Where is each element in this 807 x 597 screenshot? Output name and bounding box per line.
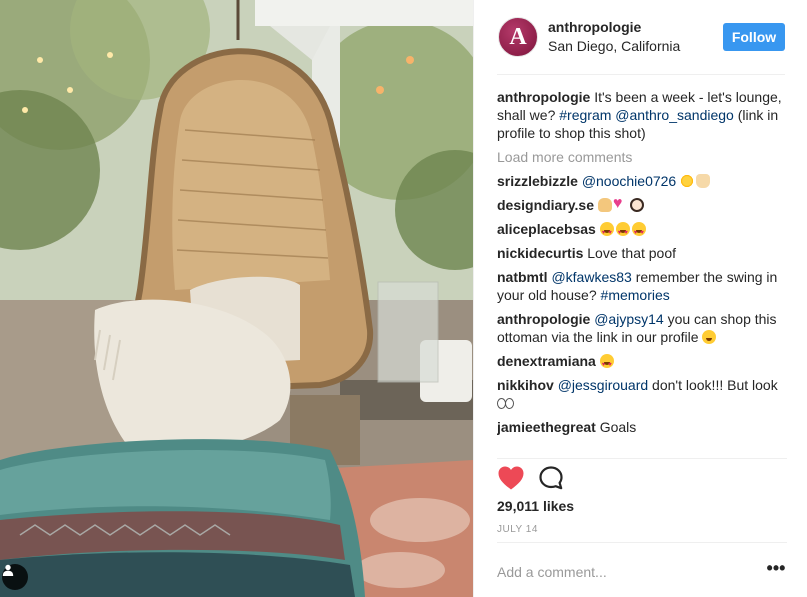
post-username[interactable]: anthropologie <box>548 19 641 35</box>
post-location[interactable]: San Diego, California <box>548 38 680 54</box>
comment-username[interactable]: jamieethegreat <box>497 419 596 435</box>
follow-button[interactable]: Follow <box>723 23 785 51</box>
comment-button[interactable] <box>538 465 564 491</box>
comment-mention[interactable]: @ajypsy14 <box>594 311 663 327</box>
comment-text: Love that poof <box>583 245 677 261</box>
user-tag-button[interactable] <box>2 564 28 590</box>
ellipsis-icon[interactable]: ••• <box>765 558 787 582</box>
sun-emoji-icon <box>680 174 695 188</box>
comment-username[interactable]: srizzlebizzle <box>497 173 578 189</box>
post-sidebar: A anthropologie San Diego, California Fo… <box>473 0 807 597</box>
comment-username[interactable]: anthropologie <box>497 311 590 327</box>
comment-item: aliceplacebsas <box>497 220 787 242</box>
comment-item: denextramiana <box>497 352 787 374</box>
comment-username[interactable]: designdiary.se <box>497 197 594 213</box>
comment-item: designdiary.se <box>497 195 787 214</box>
speech-bubble-icon <box>539 466 563 490</box>
like-button[interactable] <box>497 465 525 491</box>
comment-input[interactable] <box>497 560 747 584</box>
like-count[interactable]: 29,011 likes <box>497 498 574 514</box>
heart-eyes-emoji-icon <box>599 354 614 374</box>
heart-filled-icon <box>498 466 524 490</box>
pink-heart-emoji-icon <box>613 195 628 213</box>
avatar-letter: A <box>509 24 527 50</box>
comment-username[interactable]: denextramiana <box>497 353 596 369</box>
smiling-emoji-icon <box>702 330 717 344</box>
comment-username[interactable]: nikkihov <box>497 377 554 393</box>
comment-mention[interactable]: @jessgirouard <box>558 377 648 393</box>
post-photo[interactable] <box>0 0 473 597</box>
comment-text: Goals <box>595 419 637 435</box>
heart-eyes-emoji-icon <box>631 222 646 242</box>
eyes-emoji-icon <box>497 396 515 410</box>
comment-mention[interactable]: @noochie0726 <box>582 173 676 189</box>
ok-hand-emoji-icon <box>597 198 612 212</box>
heart-eyes-emoji-icon <box>599 222 614 242</box>
avatar[interactable]: A <box>498 17 538 57</box>
post-actions <box>497 458 787 498</box>
caption-mention[interactable]: @anthro_sandiego <box>615 107 734 123</box>
swing-chair-photo <box>0 0 473 597</box>
comment-item: nikkihov @jessgirouard don't look!!! But… <box>497 376 787 412</box>
comment-item: srizzlebizzle @noochie0726 <box>497 172 787 190</box>
comment-username[interactable]: nickidecurtis <box>497 245 583 261</box>
post-header: A anthropologie San Diego, California Fo… <box>497 15 785 75</box>
load-more-comments[interactable]: Load more comments <box>497 148 787 166</box>
comment-hashtag[interactable]: #memories <box>601 287 670 303</box>
comment-mention[interactable]: @kfawkes83 <box>551 269 631 285</box>
comment-username[interactable]: natbmtl <box>497 269 548 285</box>
heart-eyes-emoji-icon <box>615 222 630 242</box>
caption-hashtag[interactable]: #regram <box>559 107 611 123</box>
comment-username[interactable]: aliceplacebsas <box>497 221 596 237</box>
post-date[interactable]: JULY 14 <box>497 524 538 535</box>
raised-hands-emoji-icon <box>696 174 711 188</box>
caption: anthropologie It's been a week - let's l… <box>497 88 787 142</box>
woman-emoji-icon <box>629 198 644 212</box>
caption-username[interactable]: anthropologie <box>497 89 590 105</box>
comment-item: natbmtl @kfawkes83 remember the swing in… <box>497 268 787 304</box>
comment-list[interactable]: anthropologie It's been a week - let's l… <box>497 88 787 454</box>
add-comment-section: ••• <box>497 542 787 597</box>
comment-item: anthropologie @ajypsy14 you can shop thi… <box>497 310 787 346</box>
comment-text: don't look!!! But look <box>648 377 778 393</box>
person-icon <box>2 564 14 576</box>
comment-item: jamieethegreat Goals <box>497 418 787 436</box>
comment-item: nickidecurtis Love that poof <box>497 244 787 262</box>
